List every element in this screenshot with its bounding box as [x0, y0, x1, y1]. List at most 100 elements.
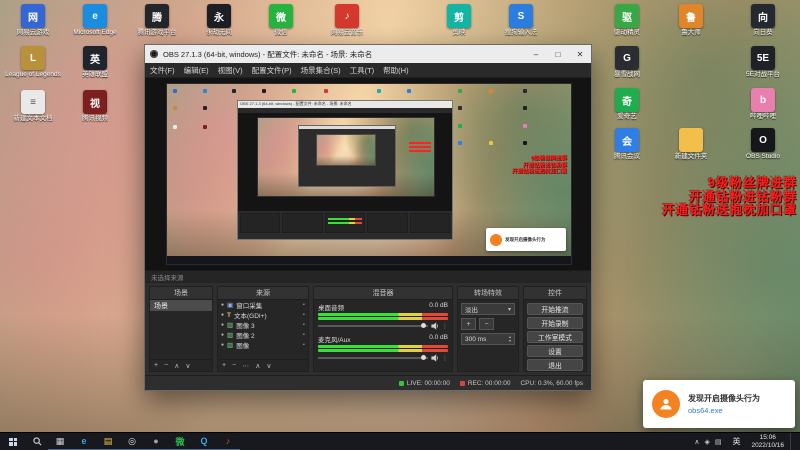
desktop-icon-tencent-games[interactable]: 腾腾讯游戏平台	[128, 4, 186, 36]
sources-toolbar-button-0[interactable]: +	[222, 362, 226, 369]
action-center-button[interactable]	[790, 433, 800, 450]
tray-icon-2[interactable]: ▤	[715, 438, 722, 446]
taskbar-app-edge[interactable]: e	[72, 433, 96, 450]
desktop-icon-jianying[interactable]: 剪剪映	[430, 4, 488, 36]
speaker-icon[interactable]	[431, 354, 439, 362]
speaker-icon[interactable]	[431, 322, 439, 330]
visibility-icon[interactable]: ●	[221, 322, 224, 328]
sources-list[interactable]: ● ▣ 窗口采集 ▪ ● T 文本(GDI+) ▪ ● ▨ 图像 3 ▪ ● ▨ 图像 2 ▪ ● ▨ 图像 ▪	[218, 300, 308, 359]
search-button[interactable]	[26, 433, 48, 450]
visibility-icon[interactable]: ●	[221, 342, 224, 348]
notification-popup[interactable]: 发现开启摄像头行为 obs64.exe	[643, 380, 795, 428]
desktop-icon-league-of-legends[interactable]: L League of Legends	[4, 46, 62, 78]
taskbar-app-task-view[interactable]: ▦	[48, 433, 72, 450]
taskbar-app-music[interactable]: ♪	[216, 433, 240, 450]
desktop-icon-obs-studio[interactable]: O OBS Studio	[734, 128, 792, 160]
volume-slider-knob[interactable]	[421, 323, 426, 328]
source-row[interactable]: ● ▨ 图像 ▪	[218, 340, 308, 350]
control-button-1[interactable]: 开始录制	[527, 317, 583, 329]
volume-slider-knob[interactable]	[421, 355, 426, 360]
visibility-icon[interactable]: ●	[221, 312, 224, 318]
sources-toolbar-button-2[interactable]: ⋯	[242, 362, 249, 370]
sources-toolbar-button-1[interactable]: −	[232, 362, 236, 369]
obs-menu-item-2[interactable]: 视图(V)	[218, 65, 243, 76]
obs-menu-item-3[interactable]: 配置文件(P)	[252, 65, 292, 76]
control-button-0[interactable]: 开始推流	[527, 303, 583, 315]
track-settings-icon[interactable]: ⋮	[442, 323, 448, 330]
desktop-icon-sunlogin[interactable]: 向向日葵	[734, 4, 792, 36]
obs-preview[interactable]: 9级粉丝牌进群 开通钻粉进钻粉群 开通钻粉送抱枕加口罩 OBS 27.1.3 (…	[145, 78, 591, 270]
visibility-icon[interactable]: ●	[221, 332, 224, 338]
scene-row[interactable]: 场景	[150, 300, 212, 311]
source-row[interactable]: ● ▨ 图像 3 ▪	[218, 320, 308, 330]
desktop-icon-naraka[interactable]: 永永劫无间	[190, 4, 248, 36]
desktop-icon-tencent-meeting[interactable]: 会腾讯会议	[598, 128, 656, 160]
maximize-button[interactable]: □	[547, 45, 569, 63]
desktop-icon-ludashi[interactable]: 鲁鲁大师	[662, 4, 720, 36]
taskbar-app-wechat[interactable]: 微	[168, 433, 192, 450]
notification-app-link[interactable]: obs64.exe	[688, 406, 760, 415]
desktop-icon-driver-genius[interactable]: 驱驱动精灵	[598, 4, 656, 36]
desktop-icon-iqiyi[interactable]: 奇爱奇艺	[598, 88, 656, 120]
stepper-icons[interactable]: ▴ ▾	[509, 335, 511, 343]
close-button[interactable]: ✕	[569, 45, 591, 63]
desktop-icon-bilibili[interactable]: b 哔哩哔哩	[734, 88, 792, 120]
desktop-icon-tencent-video[interactable]: 视腾讯视频	[66, 90, 124, 122]
source-row[interactable]: ● ▨ 图像 2 ▪	[218, 330, 308, 340]
sources-toolbar-button-3[interactable]: ∧	[255, 362, 260, 370]
control-button-2[interactable]: 工作室模式	[527, 331, 583, 343]
lock-icon[interactable]: ▪	[303, 302, 305, 308]
desktop-icon-wechat[interactable]: 微微信	[252, 4, 310, 36]
desktop-icon-5e-platform[interactable]: 5E 5E对战平台	[734, 46, 792, 78]
obs-titlebar[interactable]: OBS 27.1.3 (64-bit, windows) - 配置文件: 未命名…	[145, 45, 591, 63]
scenes-toolbar-button-3[interactable]: ∨	[185, 362, 190, 370]
control-button-4[interactable]: 退出	[527, 359, 583, 371]
lock-icon[interactable]: ▪	[303, 322, 305, 328]
control-button-3[interactable]: 设置	[527, 345, 583, 357]
lock-icon[interactable]: ▪	[303, 332, 305, 338]
transition-select[interactable]: 淡出 ▾	[461, 303, 515, 315]
desktop-icon-sogou-input[interactable]: S 搜狗输入法	[492, 4, 550, 36]
taskbar-clock[interactable]: 15:06 2022/10/16	[745, 434, 790, 449]
obs-menu-item-0[interactable]: 文件(F)	[150, 65, 175, 76]
obs-menu-item-4[interactable]: 场景集合(S)	[301, 65, 341, 76]
captured-sources-dock	[282, 213, 323, 233]
minimize-button[interactable]: –	[525, 45, 547, 63]
scenes-toolbar-button-1[interactable]: −	[164, 362, 168, 369]
volume-slider[interactable]	[318, 355, 428, 360]
tray-icon-1[interactable]: ◈	[704, 438, 709, 446]
taskbar-app-chrome[interactable]: ◎	[120, 433, 144, 450]
desktop-icon-netease-cloud-game[interactable]: 网网易云游戏	[4, 4, 62, 36]
lock-icon[interactable]: ▪	[303, 342, 305, 348]
visibility-icon[interactable]: ●	[221, 302, 224, 308]
deep-nested-capture	[317, 135, 375, 165]
scenes-list[interactable]: 场景	[150, 300, 212, 359]
obs-menu-item-1[interactable]: 编辑(E)	[184, 65, 209, 76]
obs-menu-item-5[interactable]: 工具(T)	[350, 65, 375, 76]
transition-button-0[interactable]: +	[461, 318, 476, 330]
volume-slider[interactable]	[318, 323, 428, 328]
source-row[interactable]: ● T 文本(GDI+) ▪	[218, 310, 308, 321]
scenes-toolbar-button-0[interactable]: +	[154, 362, 158, 369]
taskbar: ▦ e ▤ ◎ ● 微 Q ♪ ∧ ◈ ▤ 英 15:06 2022/10/16	[0, 432, 800, 450]
start-button[interactable]	[0, 433, 26, 450]
source-row[interactable]: ● ▣ 窗口采集 ▪	[218, 300, 308, 310]
lock-icon[interactable]: ▪	[303, 312, 305, 318]
taskbar-app-qq[interactable]: Q	[192, 433, 216, 450]
desktop-icon-battlenet[interactable]: G 暴雪战网	[598, 46, 656, 78]
sources-toolbar-button-4[interactable]: ∨	[266, 362, 271, 370]
desktop-icon-new-text-doc[interactable]: ≡ 新建文本文档	[4, 90, 62, 122]
desktop-icon-new-folder[interactable]: 新建文件夹	[662, 128, 720, 160]
desktop-icon-microsoft-edge[interactable]: e Microsoft Edge	[66, 4, 124, 36]
desktop-icon-netease-music[interactable]: ♪ 网易云音乐	[318, 4, 376, 36]
track-settings-icon[interactable]: ⋮	[442, 355, 448, 362]
language-indicator[interactable]: 英	[727, 436, 745, 447]
tray-icon-0[interactable]: ∧	[694, 438, 699, 446]
transition-duration[interactable]: 300 ms ▴ ▾	[461, 333, 515, 345]
obs-menu-item-6[interactable]: 帮助(H)	[383, 65, 408, 76]
taskbar-app-obs[interactable]: ●	[144, 433, 168, 450]
taskbar-app-explorer[interactable]: ▤	[96, 433, 120, 450]
transition-button-1[interactable]: −	[479, 318, 494, 330]
desktop-icon-lol-client[interactable]: 英英雄联盟	[66, 46, 124, 78]
scenes-toolbar-button-2[interactable]: ∧	[174, 362, 179, 370]
